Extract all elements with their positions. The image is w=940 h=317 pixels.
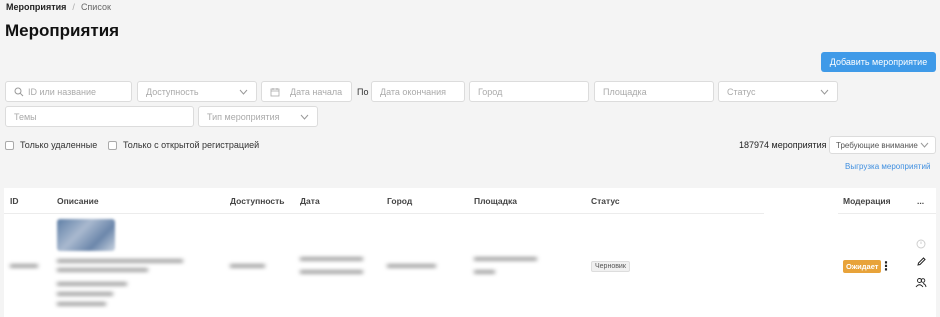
breadcrumb-root-link[interactable]: Мероприятия [6, 2, 66, 12]
city-placeholder: Город [478, 86, 503, 97]
row-venue-blurred: ▬▬▬▬▬▬▬▬▬ [474, 255, 537, 262]
pencil-icon[interactable] [915, 255, 927, 267]
date-end-input[interactable]: Дата окончания [371, 81, 465, 102]
topics-select[interactable]: Темы [5, 106, 194, 127]
column-header-city[interactable]: Город [387, 196, 412, 206]
sort-select-value: Требующие внимание [836, 140, 918, 150]
row-id-blurred: ▬▬▬▬ [10, 262, 38, 269]
checkbox-box[interactable] [108, 140, 117, 150]
date-end-placeholder: Дата окончания [380, 86, 447, 97]
status-placeholder: Статус [727, 86, 756, 97]
venue-input[interactable]: Площадка [594, 81, 714, 102]
row-description-blurred: ▬▬▬▬▬▬▬▬▬▬▬▬▬▬▬▬▬▬ [57, 257, 183, 264]
chevron-down-icon [820, 89, 829, 95]
topics-placeholder: Темы [14, 111, 37, 122]
search-icon [14, 87, 24, 96]
row-contact-blurred: ▬▬▬▬▬▬▬ [57, 300, 106, 307]
availability-select[interactable]: Доступность [137, 81, 257, 102]
header-divider [838, 213, 936, 214]
row-contact-blurred: ▬▬▬▬▬▬▬▬ [57, 290, 113, 297]
row-date-blurred: ▬▬▬▬▬▬▬▬▬ [300, 268, 363, 275]
row-contact-blurred: ▬▬▬▬▬▬▬▬▬▬ [57, 280, 127, 287]
chevron-down-icon [239, 89, 248, 95]
column-header-moderation[interactable]: Модерация [843, 196, 891, 206]
column-header-availability[interactable]: Доступность [230, 196, 285, 206]
calendar-icon [270, 87, 280, 96]
column-header-id[interactable]: ID [10, 196, 19, 206]
row-date-blurred: ▬▬▬▬▬▬▬▬▬ [300, 255, 363, 262]
column-header-description[interactable]: Описание [57, 196, 99, 206]
export-events-link[interactable]: Выгрузка мероприятий [845, 162, 930, 171]
status-select[interactable]: Статус [718, 81, 838, 102]
column-header-venue[interactable]: Площадка [474, 196, 517, 206]
breadcrumb-separator: / [72, 2, 75, 12]
search-placeholder: ID или название [28, 86, 96, 97]
add-event-button[interactable]: Добавить мероприятие [821, 52, 936, 72]
events-count: 187974 мероприятия [739, 140, 827, 150]
checkbox-label: Только с открытой регистрацией [123, 140, 260, 150]
row-availability-blurred: ▬▬▬▬▬ [230, 262, 265, 269]
column-header-date[interactable]: Дата [300, 196, 320, 206]
event-thumbnail[interactable] [57, 219, 115, 251]
column-header-more[interactable]: ... [917, 196, 924, 206]
venue-placeholder: Площадка [603, 86, 647, 97]
row-description-blurred: ▬▬▬▬▬▬▬▬▬▬▬▬▬ [57, 266, 148, 273]
search-input[interactable]: ID или название [5, 81, 132, 102]
breadcrumb: Мероприятия / Список [6, 2, 111, 12]
availability-placeholder: Доступность [146, 86, 199, 97]
checkbox-box[interactable] [5, 140, 14, 150]
header-divider [4, 213, 764, 214]
checkbox-label: Только удаленные [20, 140, 98, 150]
users-icon[interactable] [915, 276, 927, 288]
city-input[interactable]: Город [469, 81, 589, 102]
date-range-separator: По [357, 87, 369, 97]
column-header-status[interactable]: Статус [591, 196, 620, 206]
row-venue-blurred: ▬▬▬ [474, 268, 495, 275]
open-registration-checkbox[interactable]: Только с открытой регистрацией [108, 140, 259, 150]
kebab-menu-icon[interactable]: ⋮ [880, 259, 892, 273]
sort-select[interactable]: Требующие внимание [829, 136, 936, 154]
status-badge: Черновик [591, 261, 630, 272]
event-type-placeholder: Тип мероприятия [207, 111, 280, 122]
chevron-down-icon [920, 142, 929, 148]
row-city-blurred: ▬▬▬▬▬▬▬ [387, 262, 436, 269]
date-start-placeholder: Дата начала [290, 86, 343, 97]
moderation-badge: Ожидает [843, 260, 882, 273]
page-title: Мероприятия [5, 21, 120, 40]
clock-icon[interactable] [915, 238, 927, 250]
deleted-only-checkbox[interactable]: Только удаленные [5, 140, 97, 150]
chevron-down-icon [300, 114, 309, 120]
events-table [4, 188, 936, 317]
date-start-input[interactable]: Дата начала [261, 81, 352, 102]
breadcrumb-current: Список [80, 2, 111, 12]
event-type-select[interactable]: Тип мероприятия [198, 106, 318, 127]
